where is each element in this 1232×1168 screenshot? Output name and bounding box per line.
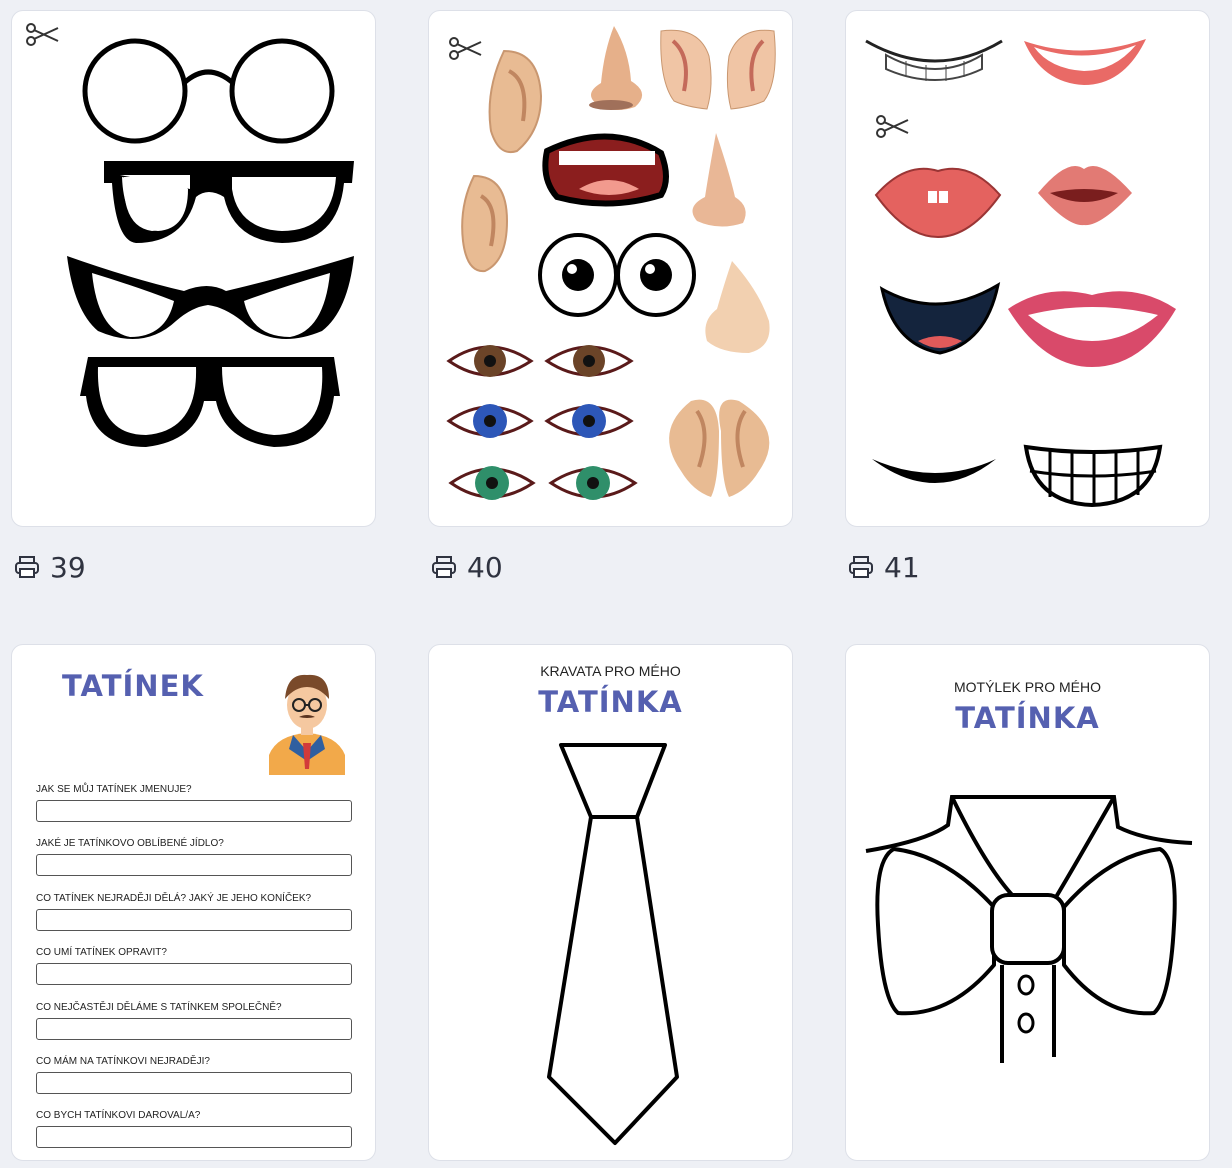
worksheet-card-bowtie[interactable]: MOTÝLEK PRO MÉHO TATÍNKA [845, 644, 1210, 1161]
answer-field[interactable] [36, 854, 352, 876]
printer-icon [15, 556, 39, 578]
dad-avatar-illustration [269, 674, 345, 775]
printer-icon [849, 556, 873, 578]
question-label: CO UMÍ TATÍNEK OPRAVIT? [36, 947, 167, 958]
answer-field[interactable] [36, 1072, 352, 1094]
worksheet-card-face-parts[interactable] [428, 10, 793, 527]
answer-field[interactable] [36, 1018, 352, 1040]
printer-icon [432, 556, 456, 578]
answer-field[interactable] [36, 1126, 352, 1148]
worksheet-card-mouths[interactable] [845, 10, 1210, 527]
tie-outline [547, 743, 679, 1145]
print-count-mouths: 41 [848, 549, 920, 585]
question-label: CO MÁM NA TATÍNKOVI NEJRADĚJI? [36, 1056, 210, 1067]
question-label: JAK SE MŮJ TATÍNEK JMENUJE? [36, 784, 192, 795]
worksheet-card-dad-questionnaire[interactable]: TATÍNEK JAK SE MŮJ TATÍNEK JMENUJE? JAKÉ… [11, 644, 376, 1161]
print-count: 41 [884, 550, 920, 584]
bowtie-outline [865, 795, 1193, 1063]
print-count: 39 [50, 550, 86, 584]
face-parts-illustrations [446, 26, 776, 500]
question-label: CO NEJČASTĚJI DĚLÁME S TATÍNKEM SPOLEČNĚ… [36, 1002, 282, 1013]
worksheet-card-glasses[interactable] [11, 10, 376, 527]
worksheet-card-tie[interactable]: KRAVATA PRO MÉHO TATÍNKA [428, 644, 793, 1161]
answer-field[interactable] [36, 963, 352, 985]
print-count-face-parts: 40 [431, 549, 503, 585]
sheet-title: TATÍNEK [62, 669, 204, 703]
print-count-glasses: 39 [14, 549, 86, 585]
answer-field[interactable] [36, 800, 352, 822]
answer-field[interactable] [36, 909, 352, 931]
mouth-illustrations [865, 39, 1176, 508]
question-label: CO TATÍNEK NEJRADĚJI DĚLÁ? JAKÝ JE JEHO … [36, 893, 312, 904]
question-label: JAKÉ JE TATÍNKOVO OBLÍBENÉ JÍDLO? [36, 838, 224, 849]
glasses-illustrations [67, 38, 354, 447]
print-count: 40 [467, 550, 503, 584]
question-label: CO BYCH TATÍNKOVI DAROVAL/A? [36, 1110, 201, 1121]
